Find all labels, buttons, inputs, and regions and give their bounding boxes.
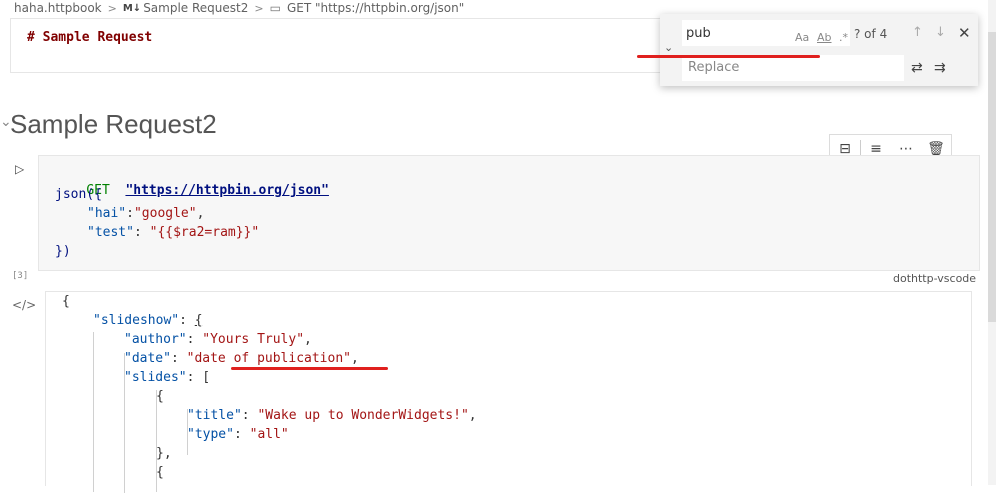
cell-language-label[interactable]: dothttp-vscode bbox=[893, 272, 976, 285]
code-line-test: "test": "{{$ra2=ram}}" bbox=[87, 225, 260, 240]
scrollbar-thumb[interactable] bbox=[988, 32, 996, 322]
out-obj-close: }, bbox=[156, 446, 172, 461]
out-slideshow: "slideshow": { bbox=[93, 313, 203, 328]
breadcrumb-request[interactable]: ▭ GET "https://httpbin.org/json" bbox=[270, 1, 465, 15]
annotation-underline bbox=[637, 55, 820, 58]
match-count: ? of 4 bbox=[854, 27, 888, 41]
out-obj-open-2: { bbox=[156, 465, 164, 480]
response-output: { "slideshow": { "author": "Yours Truly"… bbox=[45, 291, 972, 493]
replace-input[interactable] bbox=[682, 55, 904, 81]
next-match-arrow-icon[interactable]: ↓ bbox=[935, 25, 946, 40]
code-cell-editor[interactable]: GET "https://httpbin.org/json" json({ "h… bbox=[38, 155, 980, 271]
execution-count: [3] bbox=[12, 271, 29, 281]
out-obj-open: { bbox=[156, 389, 164, 404]
markdown-icon: M↓ bbox=[122, 2, 142, 14]
replace-all-icon[interactable]: ⇉ bbox=[934, 60, 946, 76]
out-slides: "slides": [ bbox=[124, 370, 211, 385]
collapse-chevron-icon[interactable]: ⌄ bbox=[0, 114, 12, 134]
toggle-replace-chevron-icon[interactable]: ⌄ bbox=[664, 41, 678, 55]
markdown-text: # Sample Request bbox=[27, 30, 153, 45]
run-cell-icon[interactable]: ▷ bbox=[15, 162, 24, 176]
previous-match-arrow-icon[interactable]: ↑ bbox=[912, 25, 923, 40]
chevron-right-icon: > bbox=[254, 1, 264, 15]
regex-icon[interactable]: .* bbox=[839, 31, 848, 44]
breadcrumb-file[interactable]: haha.httpbook bbox=[0, 1, 102, 15]
annotation-underline bbox=[231, 367, 388, 370]
breadcrumb-section[interactable]: M↓ Sample Request2 bbox=[123, 1, 249, 15]
indent-guide bbox=[93, 332, 94, 492]
match-case-icon[interactable]: Aa bbox=[795, 31, 809, 44]
section-heading: Sample Request2 bbox=[10, 109, 217, 139]
replace-one-icon[interactable]: ⇄ bbox=[911, 60, 923, 76]
code-line-close: }) bbox=[55, 244, 71, 259]
whole-word-icon[interactable]: Ab bbox=[817, 31, 832, 44]
code-cell-icon: ▭ bbox=[269, 1, 281, 15]
close-icon[interactable]: ✕ bbox=[958, 24, 971, 42]
out-brace: { bbox=[62, 294, 70, 309]
find-widget: ⌄ pub Aa Ab .* ? of 4 ↑ ↓ ✕ ⇄ ⇉ bbox=[660, 14, 978, 86]
output-toggle-icon[interactable]: </> bbox=[12, 298, 36, 312]
code-line-json: json({ bbox=[55, 187, 102, 202]
out-title: "title": "Wake up to WonderWidgets!", bbox=[187, 408, 477, 423]
out-date: "date": "date of publication", bbox=[124, 351, 359, 366]
find-input[interactable]: pub Aa Ab .* bbox=[682, 20, 850, 46]
chevron-right-icon: > bbox=[107, 1, 117, 15]
markdown-cell[interactable]: # Sample Request bbox=[10, 18, 661, 73]
code-line-hai: "hai":"google", bbox=[87, 206, 205, 221]
out-author: "author": "Yours Truly", bbox=[124, 332, 312, 347]
replace-field[interactable] bbox=[686, 59, 890, 76]
request-url[interactable]: "https://httpbin.org/json" bbox=[125, 183, 329, 198]
find-input-value: pub bbox=[686, 26, 711, 41]
out-type: "type": "all" bbox=[187, 427, 289, 442]
